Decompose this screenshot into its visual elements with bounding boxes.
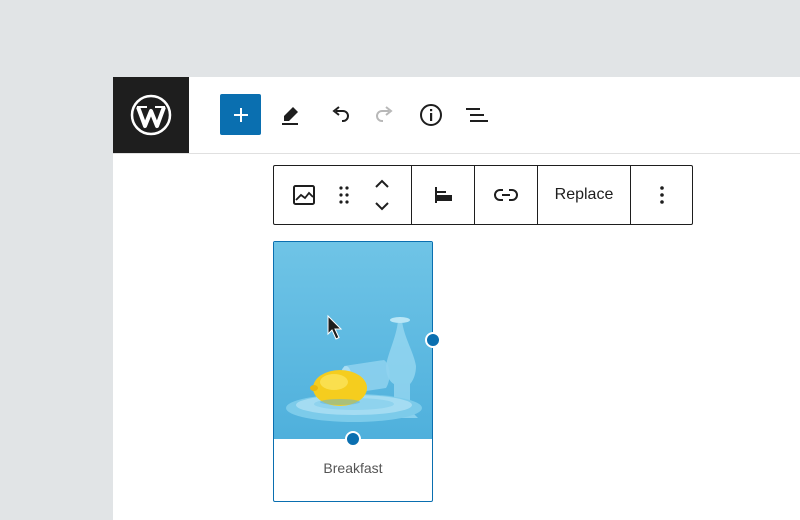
link-icon <box>494 189 518 201</box>
image-caption[interactable]: Breakfast <box>274 460 432 476</box>
edit-button[interactable] <box>271 95 311 135</box>
move-controls <box>354 166 410 224</box>
link-button[interactable] <box>475 166 537 224</box>
redo-button[interactable] <box>365 95 405 135</box>
plus-icon <box>233 107 248 122</box>
more-vertical-icon <box>659 186 664 204</box>
list-view-button[interactable] <box>457 95 497 135</box>
image-preview[interactable] <box>274 242 432 439</box>
list-view-icon <box>466 108 488 122</box>
image-icon <box>293 185 315 205</box>
chevron-up-icon[interactable] <box>373 177 391 191</box>
info-icon <box>420 104 442 126</box>
chevron-down-icon[interactable] <box>373 199 391 213</box>
replace-button[interactable]: Replace <box>538 166 630 224</box>
more-options-button[interactable] <box>631 166 692 224</box>
redo-icon <box>376 106 393 122</box>
block-toolbar-group-replace: Replace <box>538 166 631 224</box>
drag-handle-icon <box>339 186 349 204</box>
align-button[interactable] <box>412 166 474 224</box>
wordpress-logo-icon[interactable] <box>113 77 189 153</box>
block-toolbar-group-link <box>475 166 538 224</box>
block-toolbar-group-more <box>631 166 692 224</box>
image-block[interactable]: Breakfast <box>273 241 441 502</box>
editor-canvas: Replace Breakfast <box>113 77 800 520</box>
align-left-icon <box>435 187 452 203</box>
drag-handle[interactable] <box>334 166 354 224</box>
add-block-button[interactable] <box>220 94 261 135</box>
replace-label: Replace <box>554 186 614 203</box>
details-button[interactable] <box>411 95 451 135</box>
undo-icon <box>332 106 349 122</box>
editor-header <box>113 77 800 154</box>
block-toolbar-group-align <box>412 166 475 224</box>
breakfast-photo <box>286 314 422 422</box>
undo-button[interactable] <box>320 95 360 135</box>
block-toolbar: Replace <box>273 165 693 225</box>
block-toolbar-group-block <box>274 166 412 224</box>
resize-handle-bottom[interactable] <box>345 431 361 447</box>
pencil-icon <box>282 107 298 125</box>
block-type-button[interactable] <box>274 166 334 224</box>
resize-handle-right[interactable] <box>425 332 441 348</box>
